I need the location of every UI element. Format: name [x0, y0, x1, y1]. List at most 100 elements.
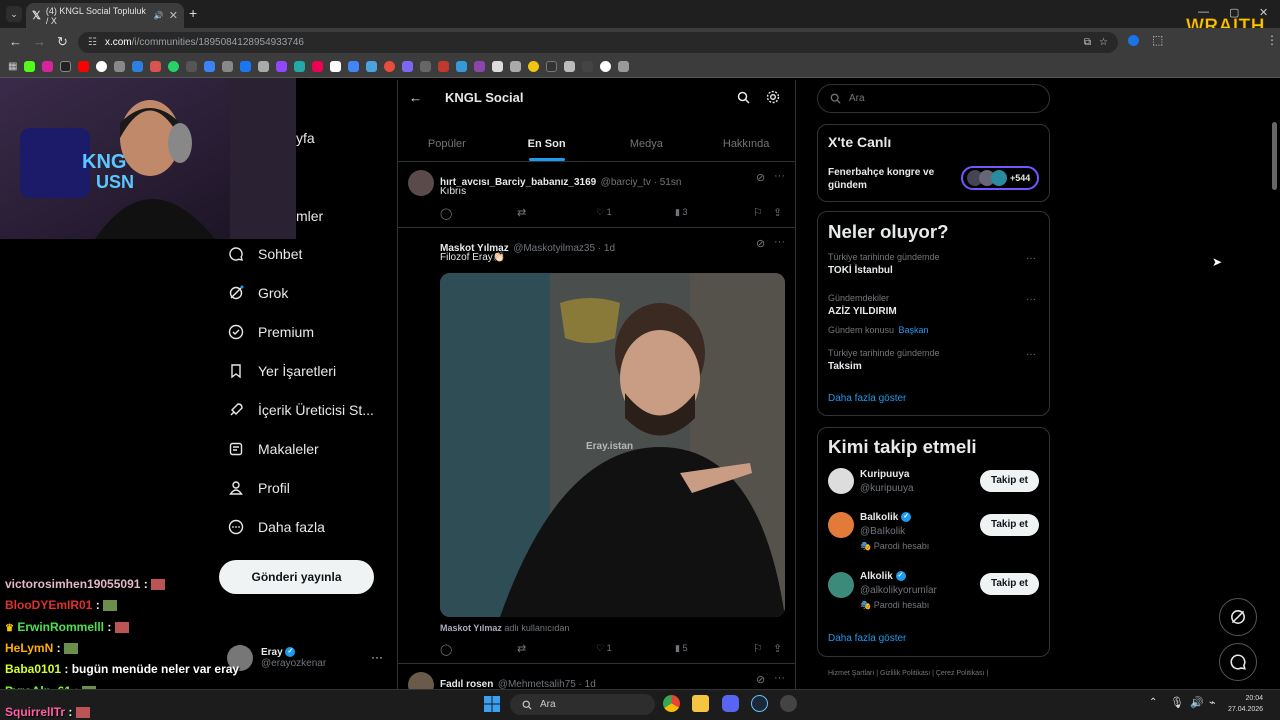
- bookmark-icon[interactable]: [204, 61, 216, 72]
- suggested-user[interactable]: Alkolik ✓ @alkolikyorumlar 🎭 Parodi hesa…: [860, 571, 937, 611]
- bookmark-icon[interactable]: [510, 61, 522, 72]
- bookmark-icon[interactable]: [582, 61, 594, 72]
- bookmark-icon[interactable]: [348, 61, 360, 72]
- reload-icon[interactable]: ↻: [57, 34, 68, 50]
- tab-media[interactable]: Medya: [597, 126, 697, 161]
- like-button[interactable]: ♡ 1: [596, 643, 612, 654]
- search-input[interactable]: Ara: [817, 84, 1050, 113]
- nav-partial-communities[interactable]: mler: [296, 208, 323, 224]
- trends-show-more-link[interactable]: Daha fazla göster: [828, 393, 906, 404]
- bookmark-icon[interactable]: [384, 61, 396, 72]
- nav-item-chat[interactable]: Sohbet: [228, 246, 302, 262]
- tab-popular[interactable]: Popüler: [397, 126, 497, 161]
- footer-links[interactable]: Hizmet Şartları | Gizlilik Politikası | …: [828, 670, 988, 677]
- browser-menu-icon[interactable]: ⋮: [1266, 33, 1278, 47]
- browser-tab[interactable]: 𝕏 (4) KNGL Social Topluluk / X 🔊 ✕: [26, 3, 184, 28]
- tab-search-button[interactable]: ⌄: [6, 6, 22, 22]
- nav-item-grok[interactable]: Grok: [228, 285, 288, 301]
- bookmark-icon[interactable]: [276, 61, 288, 72]
- nav-item-profile[interactable]: Profil: [228, 480, 290, 496]
- bookmark-icon[interactable]: [618, 61, 630, 72]
- steam-icon[interactable]: [751, 695, 768, 712]
- post-button[interactable]: Gönderi yayınla: [219, 560, 374, 594]
- bookmark-icon[interactable]: [492, 61, 504, 72]
- suggested-user[interactable]: Balkolik ✓ @BaIkolik 🎭 Parodi hesabı: [860, 512, 929, 552]
- grok-fab-button[interactable]: [1219, 598, 1257, 636]
- taskbar-clock[interactable]: 20:04 27.04.2026: [1228, 693, 1263, 715]
- bookmark-icon[interactable]: [168, 61, 180, 72]
- nav-item-creator-studio[interactable]: İçerik Üreticisi St...: [228, 402, 374, 418]
- bookmark-icon[interactable]: [438, 61, 450, 72]
- tab-close-icon[interactable]: ✕: [169, 9, 178, 22]
- tab-latest[interactable]: En Son: [497, 126, 597, 161]
- extension-icon[interactable]: [1128, 35, 1139, 46]
- bookmark-icon[interactable]: ⚐: [753, 206, 763, 219]
- like-button[interactable]: ♡ 1: [596, 207, 612, 218]
- page-scrollbar[interactable]: [1272, 122, 1277, 190]
- site-info-icon[interactable]: ☷: [88, 37, 97, 48]
- extensions-puzzle-icon[interactable]: ⬚: [1152, 33, 1163, 47]
- trend-item[interactable]: Türkiye tarihinde gündemde Taksim: [828, 348, 1018, 372]
- share-icon[interactable]: ⇪: [773, 642, 782, 655]
- video-source-name[interactable]: Maskot Yılmaz: [440, 623, 502, 633]
- bookmark-icon[interactable]: [240, 61, 252, 72]
- avatar[interactable]: [828, 468, 854, 494]
- follow-button[interactable]: Takip et: [980, 470, 1039, 492]
- new-tab-button[interactable]: +: [189, 5, 197, 21]
- grok-icon[interactable]: ⊘: [756, 171, 765, 184]
- speaker-icon[interactable]: 🔊: [1190, 696, 1204, 709]
- trend-more-icon[interactable]: ···: [1026, 253, 1036, 264]
- bookmark-icon[interactable]: [114, 61, 126, 72]
- bookmark-icon[interactable]: [564, 61, 576, 72]
- bookmark-icon[interactable]: [366, 61, 378, 72]
- suggested-user[interactable]: Kuripuuya @kuripuuya: [860, 469, 914, 494]
- bookmark-icon[interactable]: [312, 61, 324, 72]
- avatar[interactable]: [828, 512, 854, 538]
- trend-item[interactable]: Gündemdekiler AZİZ YILDIRIM Gündem konus…: [828, 293, 1018, 338]
- repost-icon[interactable]: ⇄: [517, 642, 526, 655]
- bookmark-icon[interactable]: [546, 61, 558, 72]
- bookmark-icon[interactable]: [420, 61, 432, 72]
- reply-icon[interactable]: ◯: [440, 207, 452, 220]
- bookmark-icon[interactable]: [600, 61, 612, 72]
- chrome-icon[interactable]: [663, 695, 680, 712]
- nav-partial-home[interactable]: yfa: [296, 130, 315, 146]
- grok-icon[interactable]: ⊘: [756, 673, 765, 686]
- gear-icon[interactable]: [766, 90, 780, 104]
- file-explorer-icon[interactable]: [692, 695, 709, 712]
- back-arrow-icon[interactable]: ←: [409, 90, 422, 105]
- microphone-icon[interactable]: 🎙: [1170, 696, 1184, 709]
- bookmark-icon[interactable]: [330, 61, 342, 72]
- bookmark-icon[interactable]: [132, 61, 144, 72]
- bookmark-icon[interactable]: [150, 61, 162, 72]
- account-switcher[interactable]: Eray ✓ @erayozkenar: [227, 645, 326, 671]
- post-more-icon[interactable]: ···: [774, 236, 785, 248]
- share-icon[interactable]: ⇪: [773, 206, 782, 219]
- post-more-icon[interactable]: ···: [774, 170, 785, 182]
- trend-item[interactable]: Türkiye tarihinde gündemde TOKİ İstanbul: [828, 252, 1043, 276]
- trend-topic-link[interactable]: Başkan: [899, 325, 929, 335]
- tray-expand-icon[interactable]: ⌃: [1149, 697, 1157, 708]
- apps-grid-icon[interactable]: ▦: [8, 61, 17, 72]
- nav-item-articles[interactable]: Makaleler: [228, 441, 319, 457]
- bookmark-icon[interactable]: [258, 61, 270, 72]
- post-more-icon[interactable]: ···: [774, 672, 785, 684]
- bookmark-icon[interactable]: [78, 61, 90, 72]
- bookmark-icon[interactable]: [456, 61, 468, 72]
- repost-icon[interactable]: ⇄: [517, 206, 526, 219]
- forward-arrow-icon[interactable]: →: [33, 34, 46, 49]
- bookmark-icon[interactable]: ⚐: [753, 642, 763, 655]
- post-video[interactable]: Eray.istan: [440, 273, 785, 617]
- search-icon[interactable]: [737, 91, 750, 104]
- bookmark-icon[interactable]: [294, 61, 306, 72]
- bookmark-icon[interactable]: [96, 61, 108, 72]
- address-bar[interactable]: ☷ x.com/i/communities/189508412895493374…: [78, 32, 1118, 53]
- tab-about[interactable]: Hakkında: [696, 126, 796, 161]
- discord-icon[interactable]: [722, 695, 739, 712]
- messages-fab-button[interactable]: [1219, 643, 1257, 681]
- bookmark-icon[interactable]: [474, 61, 486, 72]
- app-icon[interactable]: [780, 695, 797, 712]
- bookmark-icon[interactable]: [222, 61, 234, 72]
- bookmark-star-icon[interactable]: ☆: [1099, 37, 1108, 48]
- views-button[interactable]: ▮ 5: [675, 643, 687, 654]
